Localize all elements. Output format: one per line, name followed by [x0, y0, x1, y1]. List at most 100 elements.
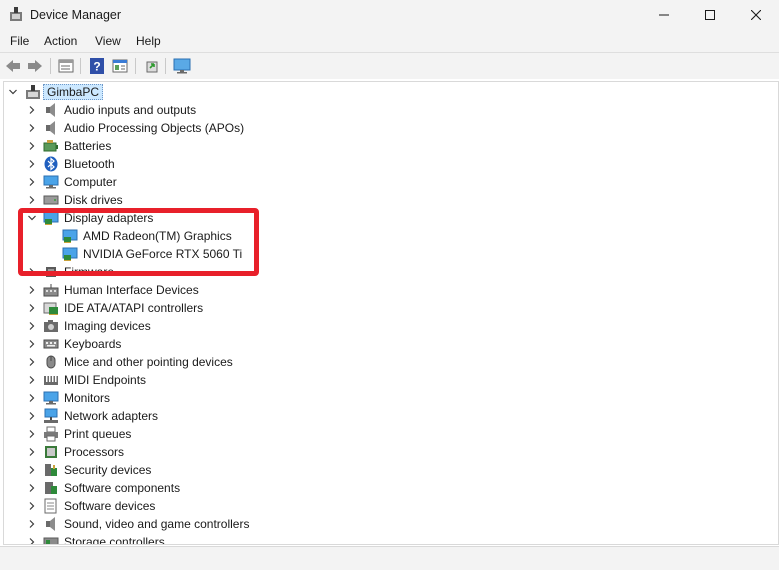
category-label[interactable]: Monitors [64, 391, 110, 405]
close-button[interactable] [733, 0, 779, 30]
chevron-right-icon[interactable] [28, 304, 36, 312]
midi-icon [44, 376, 58, 385]
tree-category[interactable]: MIDI Endpoints [4, 371, 774, 389]
tree-category[interactable]: Computer [4, 173, 774, 191]
root-computer-label[interactable]: GimbaPC [43, 84, 104, 100]
details-pane-button[interactable] [110, 57, 130, 75]
category-label[interactable]: Bluetooth [64, 157, 115, 171]
maximize-button[interactable] [687, 0, 733, 30]
minimize-button[interactable] [641, 0, 687, 30]
tree-category[interactable]: Batteries [4, 137, 774, 155]
sound-controller-icon [46, 517, 55, 531]
tree-category[interactable]: Software components [4, 479, 774, 497]
tree-category[interactable]: Audio inputs and outputs [4, 101, 774, 119]
network-adapter-icon [44, 408, 58, 423]
svg-text:?: ? [93, 60, 100, 74]
tree-category[interactable]: Keyboards [4, 335, 774, 353]
maximize-icon [705, 10, 715, 20]
chevron-right-icon[interactable] [28, 106, 36, 114]
tree-category[interactable]: Monitors [4, 389, 774, 407]
chevron-right-icon[interactable] [28, 340, 36, 348]
chevron-right-icon[interactable] [28, 520, 36, 528]
category-label[interactable]: Sound, video and game controllers [64, 517, 249, 531]
tree-category[interactable]: IDE ATA/ATAPI controllers [4, 299, 774, 317]
tree-category[interactable]: Storage controllers [4, 533, 774, 545]
chevron-right-icon[interactable] [28, 124, 36, 132]
category-label[interactable]: Human Interface Devices [64, 283, 199, 297]
chevron-right-icon[interactable] [28, 538, 36, 545]
category-label[interactable]: Processors [64, 445, 124, 459]
chevron-right-icon[interactable] [28, 358, 36, 366]
tree-root[interactable]: GimbaPC [4, 83, 774, 101]
tree-category[interactable]: Mice and other pointing devices [4, 353, 774, 371]
tree-category[interactable]: Print queues [4, 425, 774, 443]
tree-category[interactable]: Sound, video and game controllers [4, 515, 774, 533]
chevron-right-icon[interactable] [28, 394, 36, 402]
forward-icon [28, 60, 42, 72]
tree-category[interactable]: Human Interface Devices [4, 281, 774, 299]
speaker-icon [46, 121, 55, 135]
chevron-right-icon[interactable] [28, 466, 36, 474]
computer-root-icon [26, 85, 40, 99]
menu-file[interactable]: File [10, 34, 29, 48]
update-driver-icon [146, 61, 158, 73]
device-tree[interactable]: GimbaPC Audio inputs and outputs Audio P… [3, 81, 779, 545]
category-label[interactable]: Storage controllers [64, 535, 165, 544]
category-label[interactable]: IDE ATA/ATAPI controllers [64, 301, 203, 315]
menu-help[interactable]: Help [136, 34, 161, 48]
security-device-icon [45, 464, 57, 476]
chevron-right-icon[interactable] [28, 142, 36, 150]
tree-category[interactable]: Disk drives [4, 191, 774, 209]
scan-hardware-button[interactable] [172, 57, 192, 75]
keyboard-icon [43, 339, 59, 349]
category-label[interactable]: Batteries [64, 139, 111, 153]
tree-category[interactable]: Bluetooth [4, 155, 774, 173]
category-label[interactable]: Print queues [64, 427, 131, 441]
chevron-down-icon[interactable] [9, 88, 17, 96]
tree-category[interactable]: Imaging devices [4, 317, 774, 335]
category-label[interactable]: Audio inputs and outputs [64, 103, 196, 117]
chevron-right-icon[interactable] [28, 286, 36, 294]
chevron-right-icon[interactable] [28, 448, 36, 456]
chevron-right-icon[interactable] [28, 502, 36, 510]
toolbar-separator [80, 58, 81, 74]
chevron-right-icon[interactable] [28, 160, 36, 168]
category-label[interactable]: Mice and other pointing devices [64, 355, 233, 369]
update-driver-button[interactable] [142, 57, 162, 75]
chevron-right-icon[interactable] [28, 430, 36, 438]
tree-category[interactable]: Network adapters [4, 407, 774, 425]
category-label[interactable]: Network adapters [64, 409, 158, 423]
forward-button[interactable] [25, 57, 45, 75]
category-label[interactable]: Keyboards [64, 337, 121, 351]
menu-bar: File Action View Help [0, 30, 779, 52]
window-title: Device Manager [30, 8, 122, 22]
storage-controller-icon [43, 537, 59, 544]
category-label[interactable]: Imaging devices [64, 319, 151, 333]
category-label[interactable]: Software devices [64, 499, 155, 513]
category-label[interactable]: Software components [64, 481, 180, 495]
menu-action[interactable]: Action [44, 34, 77, 48]
category-label[interactable]: Security devices [64, 463, 151, 477]
category-label[interactable]: Audio Processing Objects (APOs) [64, 121, 244, 135]
category-label[interactable]: MIDI Endpoints [64, 373, 146, 387]
chevron-right-icon[interactable] [28, 178, 36, 186]
category-label[interactable]: Disk drives [64, 193, 123, 207]
tree-category[interactable]: Security devices [4, 461, 774, 479]
tree-category[interactable]: Audio Processing Objects (APOs) [4, 119, 774, 137]
chevron-right-icon[interactable] [28, 484, 36, 492]
device-manager-app-icon [10, 7, 22, 21]
tree-category[interactable]: Software devices [4, 497, 774, 515]
category-label[interactable]: Computer [64, 175, 117, 189]
hid-icon [43, 284, 59, 297]
chevron-right-icon[interactable] [28, 322, 36, 330]
help-button[interactable]: ? [87, 57, 107, 75]
tree-category[interactable]: Processors [4, 443, 774, 461]
chevron-right-icon[interactable] [28, 376, 36, 384]
chevron-right-icon[interactable] [28, 412, 36, 420]
minimize-icon [659, 14, 669, 16]
back-button[interactable] [3, 57, 23, 75]
menu-view[interactable]: View [95, 34, 121, 48]
properties-button[interactable] [56, 57, 76, 75]
processor-icon [45, 446, 57, 458]
chevron-right-icon[interactable] [28, 196, 36, 204]
